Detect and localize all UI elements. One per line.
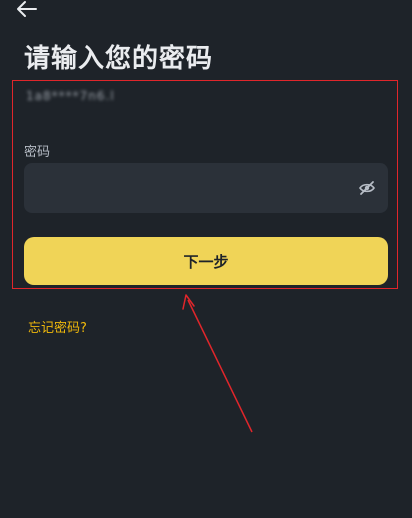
login-password-screen: 请输入您的密码 1a8****7n6.l 密码 下一步 忘记密码? [0, 0, 412, 518]
forgot-password-link[interactable]: 忘记密码? [28, 317, 87, 336]
next-button[interactable]: 下一步 [24, 237, 388, 285]
arrow-left-icon [17, 1, 37, 17]
visibility-toggle[interactable] [358, 179, 376, 197]
password-label: 密码 [24, 145, 51, 160]
account-masked-value: 1a8****7n6.l [26, 89, 115, 103]
eye-off-icon [359, 181, 375, 195]
page-title: 请输入您的密码 [24, 44, 214, 74]
back-button[interactable] [16, 0, 38, 18]
password-field [24, 163, 388, 213]
password-input[interactable] [24, 163, 344, 213]
